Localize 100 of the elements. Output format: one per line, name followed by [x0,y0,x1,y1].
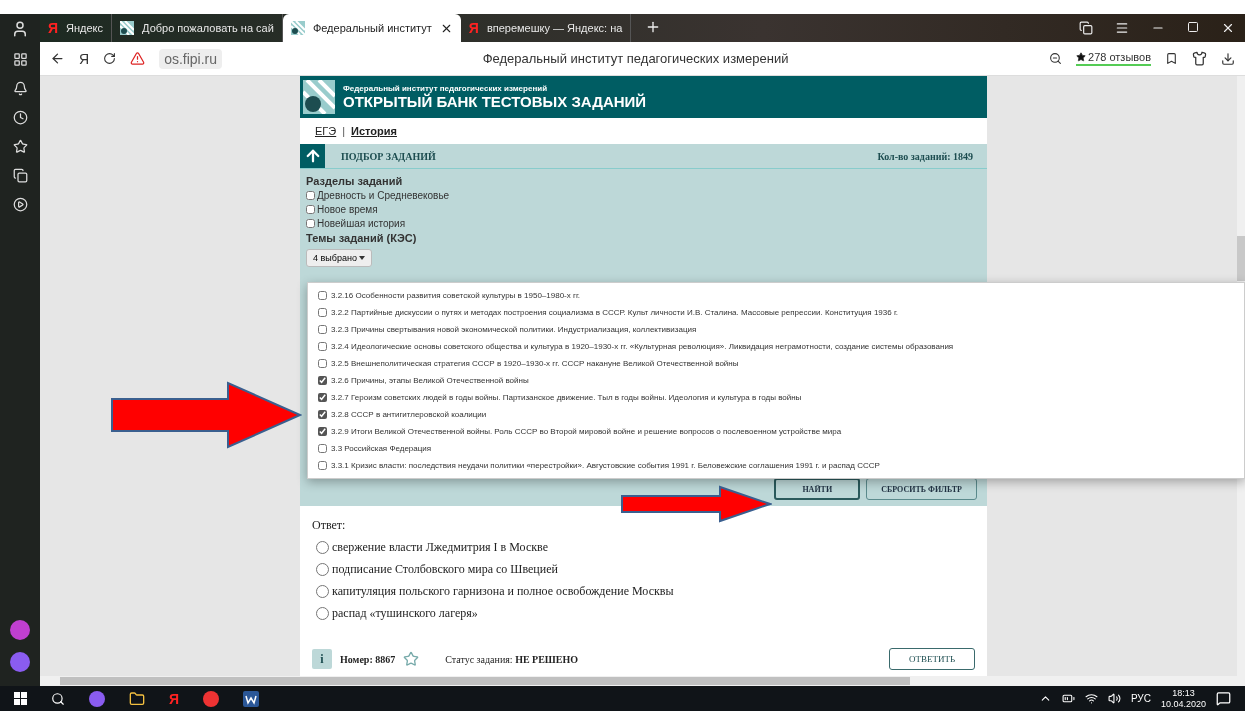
checkbox-label: Древность и Средневековье [317,190,450,201]
search-icon[interactable] [51,691,65,706]
radio-button[interactable] [316,585,329,598]
logo-icon [290,21,305,35]
volume-icon[interactable] [1107,692,1121,705]
checkbox[interactable] [318,427,327,436]
dropdown-item[interactable]: 3.2.5 Внешнеполитическая стратегия СССР в 1920–1930-х гг. СССР накануне Великой Отечественной войны [308,355,1244,372]
star-icon[interactable] [403,651,420,667]
option-label: распад «тушинского лагеря» [332,606,478,621]
browser-icon[interactable] [203,690,220,707]
radio-button[interactable] [316,607,329,620]
option-label: свержение власти Лжедмитрия I в Москве [332,540,548,555]
browser-tab[interactable]: Добро пожаловать на сай [112,14,283,42]
find-button[interactable]: НАЙТИ [774,478,861,500]
org-name: Федеральный институт педагогических измерений [343,84,549,93]
status-text: Статус задания: НЕ РЕШЕНО [445,653,579,665]
windows-icon[interactable] [14,692,27,705]
option-label: капитуляция польского гарнизона и полное освобождение Москвы [332,584,674,599]
browser-tab[interactable]: Я вперемешку — Яндекс: на [460,14,632,42]
number-label: Номер: 8867 [340,653,396,665]
checkbox[interactable] [306,205,315,214]
reset-button[interactable]: СБРОСИТЬ ФИЛЬТР [866,478,977,500]
warning-icon[interactable] [130,51,146,66]
zoom-icon[interactable] [1049,52,1063,65]
checkbox[interactable] [318,359,327,368]
dropdown-item[interactable]: 3.2.3 Причины свертывания новой экономической политики. Индустриализация, коллективизация [308,321,1244,338]
restore-icon[interactable] [1187,21,1199,33]
checkbox-label: Новейшая история [317,218,406,229]
caret-icon [358,256,365,260]
dropdown-item[interactable]: 3.2.6 Причины, этапы Великой Отечественной войны [308,372,1244,389]
clock-date: 10.04.2020 [1160,698,1206,710]
profile-icon[interactable] [11,20,29,38]
battery-icon[interactable] [1061,692,1075,705]
clock-time: 18:13 [1172,687,1195,699]
browser-tab[interactable]: Я Яндекс [40,14,113,42]
tabs-icon[interactable] [12,168,28,183]
assistant-icon[interactable] [89,690,105,707]
section-label: Разделы заданий [306,175,404,187]
grid-icon[interactable] [12,52,28,67]
radio-button[interactable] [316,563,329,576]
info-button[interactable]: i [312,649,332,669]
reviews-link[interactable]: 278 отзывов [1076,51,1151,66]
task-count: Кол-во заданий: 1849 [877,150,973,162]
checkbox[interactable] [318,444,327,453]
language-indicator[interactable]: РУС [1130,693,1151,704]
scrollbar-thumb[interactable] [1237,236,1245,281]
dropdown-item[interactable]: 3.2.16 Особенности развития советской культуры в 1950–1980-х гг. [308,287,1244,304]
checkbox[interactable] [318,291,327,300]
yandex-icon[interactable]: Я [79,50,90,67]
play-icon[interactable] [12,197,28,212]
page-title: Федеральный институт педагогических измерений [481,51,790,66]
breadcrumb-separator: | [342,125,346,137]
dropdown-item[interactable]: 3.2.7 Героизм советских людей в годы войны. Партизанское движение. Тыл в годы войны. Идеология и культура в годы войны [308,389,1244,406]
document-icon[interactable] [243,690,260,707]
answer-label: Ответ: [312,518,347,533]
assistant-icon[interactable] [10,620,30,640]
option-label: подписание Столбовского мира со Швецией [332,562,558,577]
dropdown-item[interactable]: 3.2.8 СССР в антигитлеровской коалиции [308,406,1244,423]
dropdown-item[interactable]: 3.3 Российская Федерация [308,440,1244,457]
dropdown-button[interactable]: 4 выбрано [306,249,372,267]
menu-icon[interactable] [1115,21,1129,35]
checkbox[interactable] [318,308,327,317]
download-icon[interactable] [1221,51,1235,66]
dropdown-item[interactable]: 3.2.4 Идеологические основы советского общества и культура в 1920–1930-х гг. «Культурная революция». Ликвидация неграмотности, создание системы образования [308,338,1244,355]
bell-icon[interactable] [12,81,28,96]
radio-button[interactable] [316,541,329,554]
notification-icon[interactable] [1216,691,1231,706]
bookmark-icon[interactable] [1165,52,1178,65]
breadcrumb-link[interactable]: ЕГЭ [315,125,337,137]
address-field[interactable]: os.fipi.ru [159,48,223,69]
checkbox[interactable] [318,461,327,470]
close-icon[interactable] [1221,21,1235,35]
answer-button[interactable]: ОТВЕТИТЬ [889,648,975,670]
site-title: ОТКРЫТЫЙ БАНК ТЕСТОВЫХ ЗАДАНИЙ [343,93,647,110]
breadcrumb-link[interactable]: История [351,125,397,137]
section-label: Темы заданий (КЭС) [306,232,418,244]
checkbox[interactable] [318,325,327,334]
collections-icon[interactable] [1079,21,1093,35]
checkbox[interactable] [318,393,327,402]
dropdown-item[interactable]: 3.2.2 Партийные дискуссии о путях и методах построения социализма в СССР. Культ личности И.В. Сталина. Массовые репрессии. Конституция 1936 г. [308,304,1244,321]
checkbox[interactable] [318,342,327,351]
checkbox[interactable] [318,376,327,385]
logo-icon [120,21,135,35]
collapse-button[interactable] [300,144,325,168]
wifi-icon[interactable] [1084,692,1098,705]
checkbox[interactable] [306,219,315,228]
dropdown-item[interactable]: 3.2.9 Итоги Великой Отечественной войны. Роль СССР во Второй мировой войне и решение вопросов о послевоенном устройстве мира [308,423,1244,440]
dropdown-item[interactable]: 3.3.1 Кризис власти: последствия неудачи политики «перестройки». Августовские события 1991 г. Беловежские соглашения 1991 г. и распад СССР [308,457,1244,474]
scrollbar-thumb[interactable] [60,677,910,685]
history-icon[interactable] [12,110,28,125]
browser-tab[interactable]: Федеральный институт [282,14,461,42]
folder-icon[interactable] [129,690,145,707]
yandex-icon[interactable]: Я [169,690,180,707]
back-icon[interactable] [50,51,65,66]
star-icon [1076,52,1087,62]
checkbox[interactable] [318,410,327,419]
reload-icon[interactable] [103,52,117,65]
logo-icon [303,80,335,114]
assistant-icon[interactable] [10,652,30,672]
checkbox[interactable] [306,191,315,200]
